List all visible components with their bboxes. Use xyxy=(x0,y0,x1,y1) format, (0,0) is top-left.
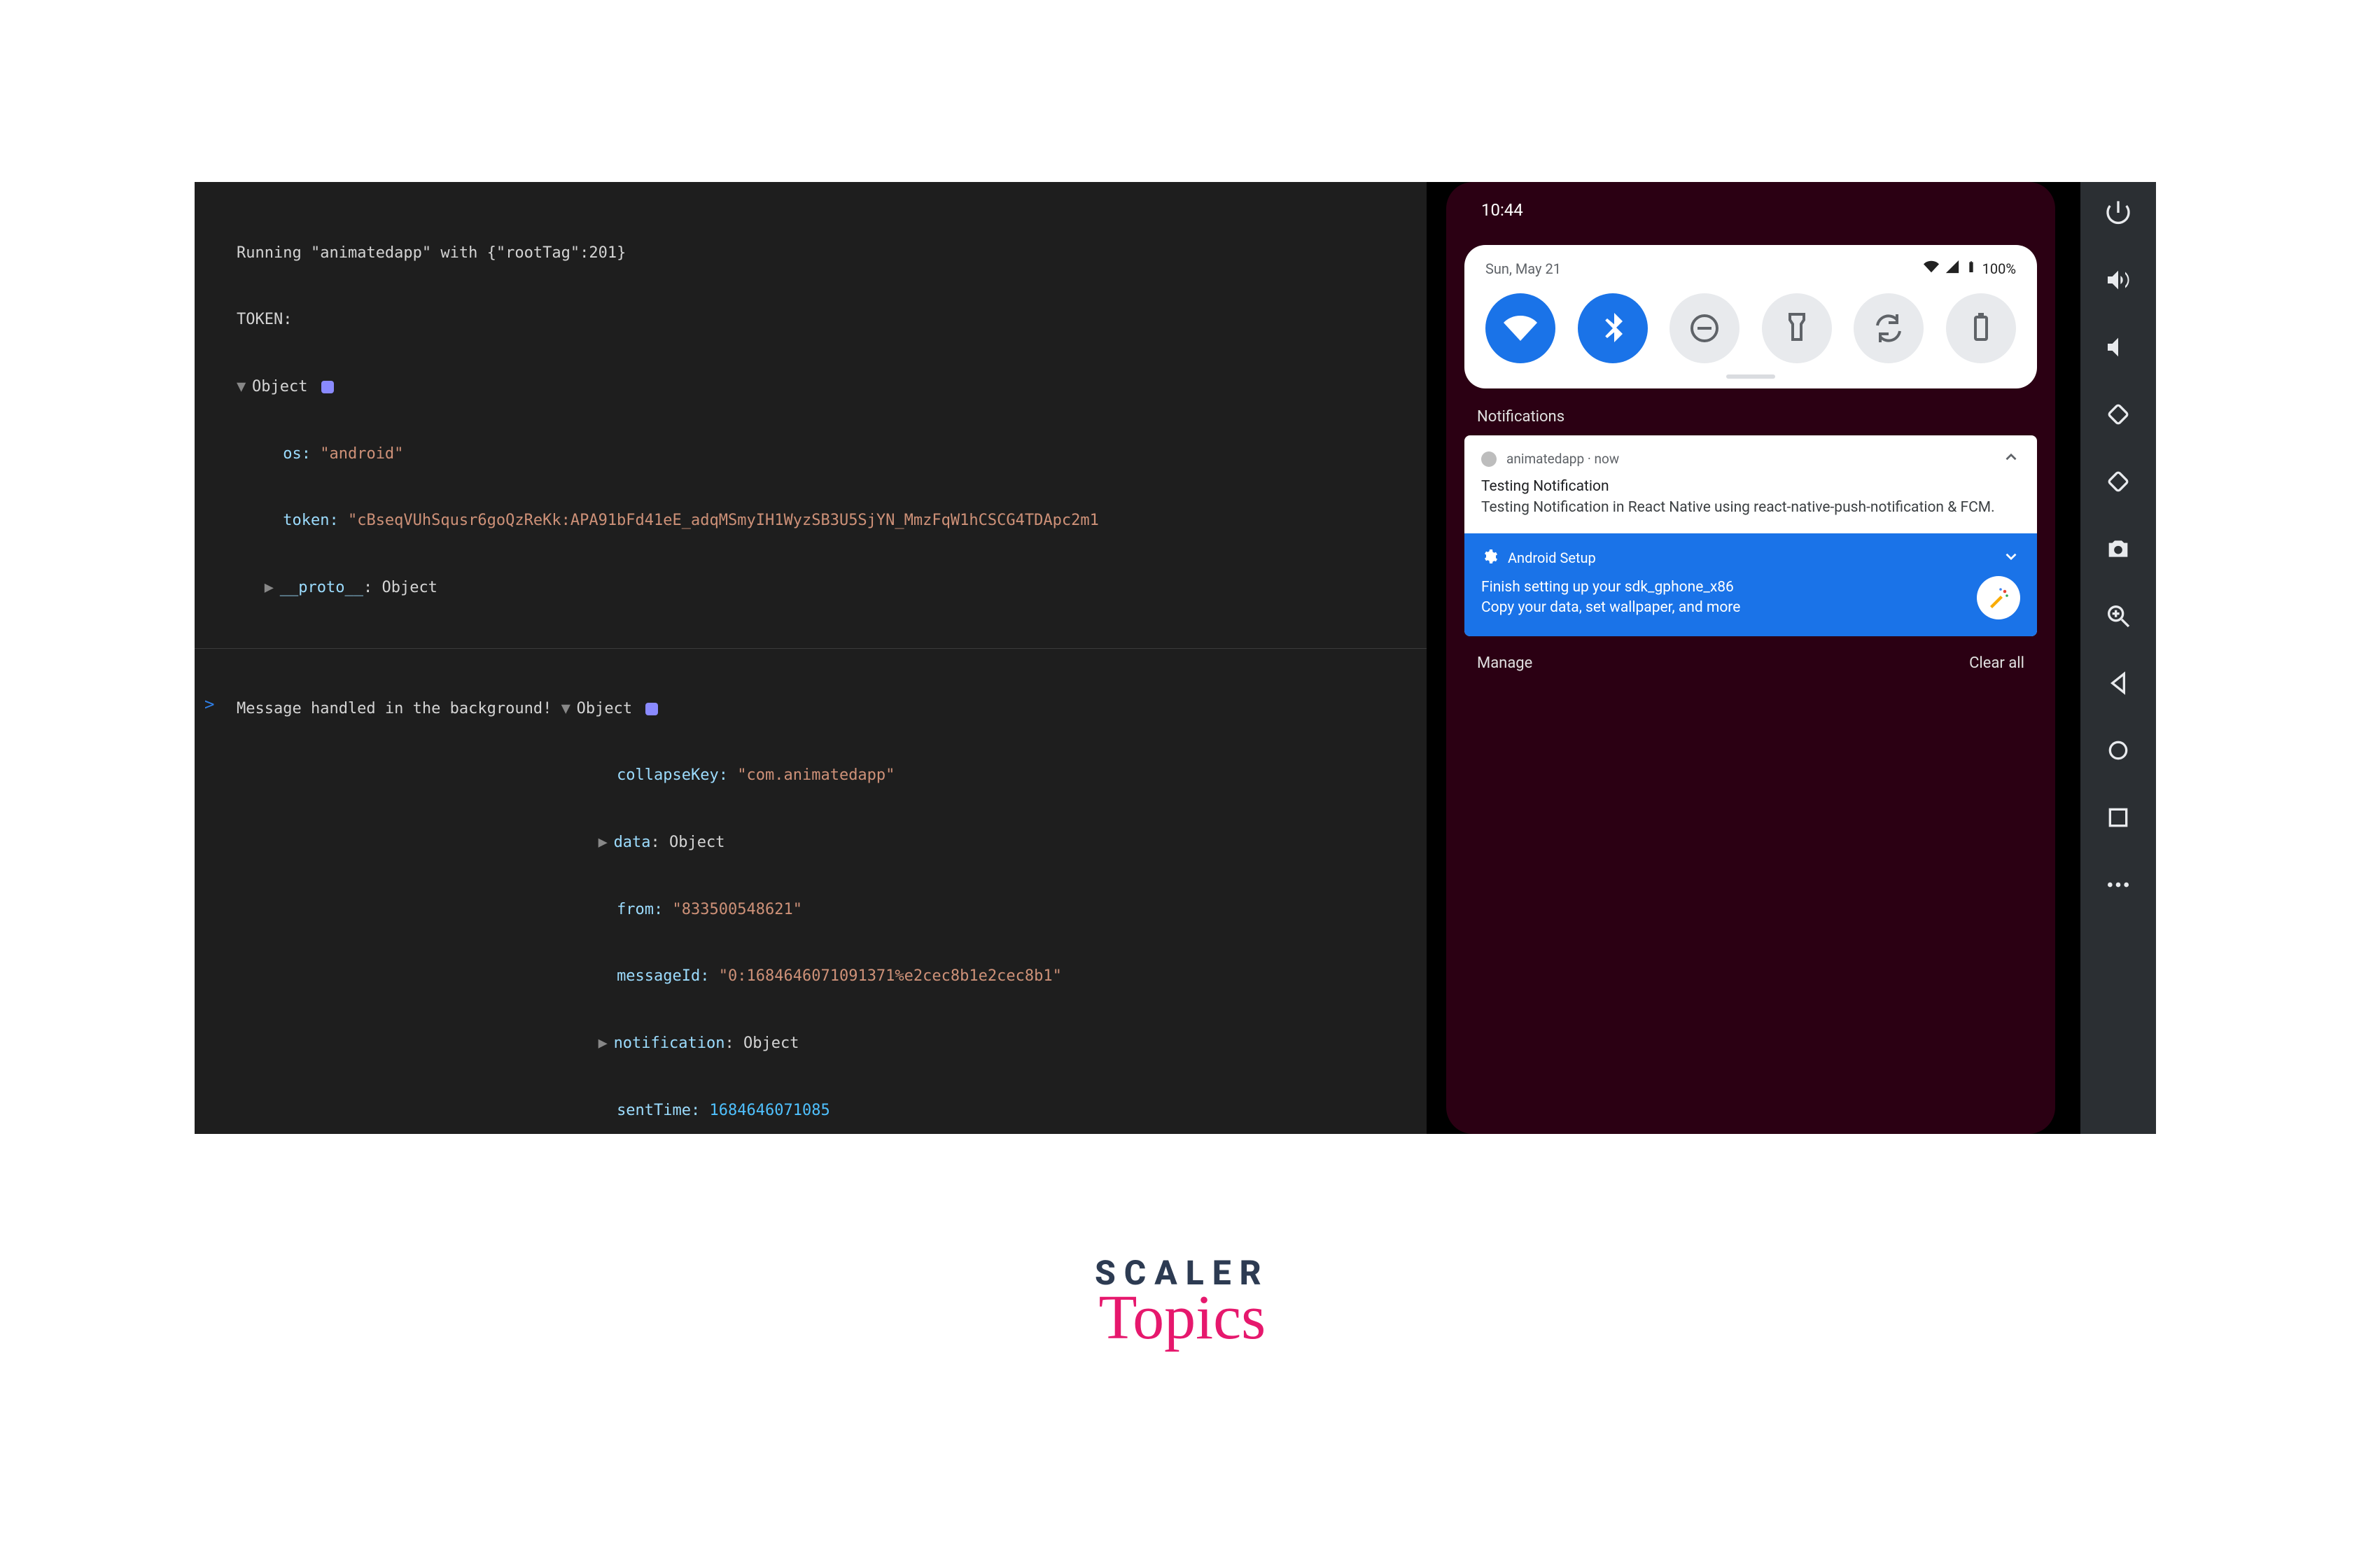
screenshot-button[interactable] xyxy=(2100,531,2136,567)
console-key[interactable]: data xyxy=(614,834,651,851)
console-object[interactable]: Object xyxy=(252,378,307,395)
chevron-down-icon[interactable] xyxy=(2002,547,2020,569)
console-key: from: xyxy=(617,901,672,918)
more-button[interactable] xyxy=(2100,867,2136,903)
quick-settings-panel[interactable]: Sun, May 21 100% xyxy=(1464,245,2037,388)
collapse-arrow-icon[interactable]: ▶ xyxy=(598,1032,614,1055)
status-clock: 10:44 xyxy=(1481,200,1523,220)
qs-date: Sun, May 21 xyxy=(1485,260,1561,277)
console-value: "0:1684646071091371%e2cec8b1e2cec8b1" xyxy=(719,967,1062,985)
console-value: "com.animatedapp" xyxy=(737,766,895,784)
console-key: token: xyxy=(283,512,348,529)
console-key[interactable]: notification xyxy=(614,1035,725,1052)
notif-time: now xyxy=(1595,451,1620,467)
setup-heading: Android Setup xyxy=(1508,549,1596,566)
setup-wand-icon xyxy=(1977,576,2020,619)
emulator-toolbar xyxy=(2080,182,2156,1134)
battery-icon xyxy=(1966,259,1977,278)
console-key: messageId: xyxy=(617,967,719,985)
collapse-arrow-icon[interactable]: ▶ xyxy=(598,832,614,854)
rotate-right-button[interactable] xyxy=(2100,463,2136,500)
qs-bluetooth-toggle[interactable] xyxy=(1578,293,1648,363)
console-token-label: TOKEN: xyxy=(237,311,292,328)
rotate-left-button[interactable] xyxy=(2100,396,2136,433)
divider xyxy=(195,648,1427,649)
console-text: Running " xyxy=(237,244,320,262)
qs-battery-saver-toggle[interactable] xyxy=(1946,293,2016,363)
manage-button[interactable]: Manage xyxy=(1477,654,1532,672)
console-text: " with {"rootTag":201} xyxy=(422,244,626,262)
app-icon xyxy=(1481,451,1497,467)
wifi-icon xyxy=(1924,259,1939,278)
console-key: collapseKey: xyxy=(617,766,737,784)
drag-handle[interactable] xyxy=(1726,374,1775,379)
notif-body: Testing Notification in React Native usi… xyxy=(1481,498,2020,517)
battery-percent: 100% xyxy=(1982,260,2016,277)
console-key[interactable]: __proto__ xyxy=(280,579,363,596)
console-key: sentTime: xyxy=(617,1102,709,1119)
object-badge-icon xyxy=(645,703,658,715)
console-value: 1684646071085 xyxy=(710,1102,830,1119)
console-key: os: xyxy=(283,445,320,463)
logo-line2: Topics xyxy=(1095,1282,1270,1354)
phone-frame: 10:44 Sun, May 21 10 xyxy=(1446,182,2055,1134)
console-value: "833500548621" xyxy=(673,901,802,918)
chevron-up-icon[interactable] xyxy=(2002,448,2020,470)
power-button[interactable] xyxy=(2100,195,2136,231)
setup-line1: Finish setting up your sdk_gphone_x86 xyxy=(1481,577,1740,597)
setup-line2: Copy your data, set wallpaper, and more xyxy=(1481,598,1740,617)
qs-dnd-toggle[interactable] xyxy=(1670,293,1740,363)
console-prompt[interactable]: > xyxy=(204,694,214,714)
home-button[interactable] xyxy=(2100,732,2136,769)
emulator-window: 10:44 Sun, May 21 10 xyxy=(1427,182,2156,1134)
debug-console: Running "animatedapp" with {"rootTag":20… xyxy=(195,182,1427,1134)
overview-button[interactable] xyxy=(2100,799,2136,836)
qs-flashlight-toggle[interactable] xyxy=(1762,293,1832,363)
console-value: : Object xyxy=(363,579,438,596)
notif-title: Testing Notification xyxy=(1481,477,2020,496)
volume-down-button[interactable] xyxy=(2100,329,2136,365)
expand-arrow-icon[interactable]: ▼ xyxy=(561,698,577,720)
signal-icon xyxy=(1945,259,1960,278)
console-value: "android" xyxy=(320,445,403,463)
qs-wifi-toggle[interactable] xyxy=(1485,293,1555,363)
object-badge-icon xyxy=(321,381,334,393)
status-bar: 10:44 xyxy=(1446,182,2055,238)
console-app-name: animatedapp xyxy=(320,244,422,262)
back-button[interactable] xyxy=(2100,665,2136,701)
console-text: Message handled in the background! xyxy=(237,700,561,717)
clear-all-button[interactable]: Clear all xyxy=(1969,654,2024,672)
expand-arrow-icon[interactable]: ▼ xyxy=(237,376,252,398)
gear-icon xyxy=(1481,548,1498,568)
volume-up-button[interactable] xyxy=(2100,262,2136,298)
console-value: : Object xyxy=(725,1035,799,1052)
setup-notification[interactable]: Android Setup Finish setting up your sdk… xyxy=(1464,533,2037,636)
console-value: "cBseqVUhSqusr6goQzReKk:APA91bFd41eE_adq… xyxy=(348,512,1099,529)
zoom-button[interactable] xyxy=(2100,598,2136,634)
console-value: : Object xyxy=(651,834,725,851)
notif-app-name: animatedapp xyxy=(1506,451,1584,467)
notifications-heading: Notifications xyxy=(1446,388,2055,435)
collapse-arrow-icon[interactable]: ▶ xyxy=(265,577,280,599)
scaler-topics-logo: SCALER Topics xyxy=(1095,1253,1270,1354)
notification-card[interactable]: animatedapp · now Testing Notification T… xyxy=(1464,435,2037,636)
console-object[interactable]: Object xyxy=(577,700,632,717)
qs-autorotate-toggle[interactable] xyxy=(1854,293,1924,363)
